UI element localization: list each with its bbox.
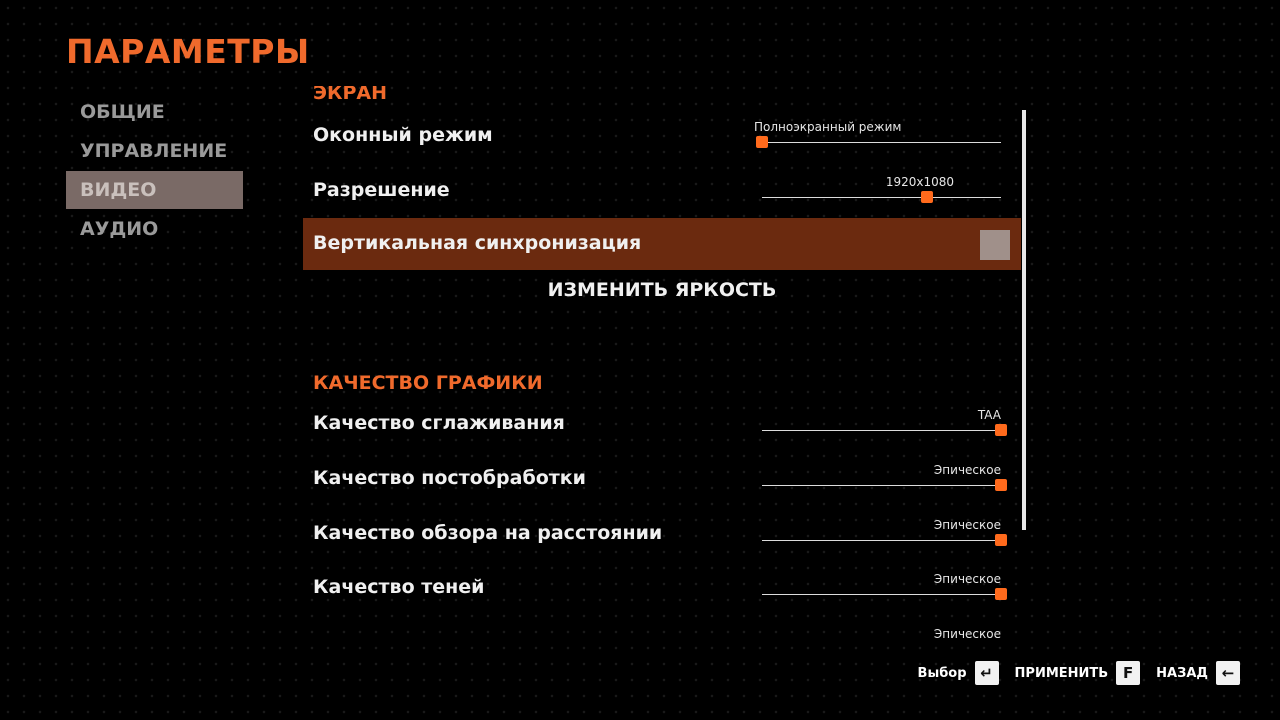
slider-track [762,594,1001,595]
settings-panel: ЭКРАН Оконный режим Полноэкранный режим … [303,86,1021,638]
slider-thumb[interactable] [995,588,1007,600]
settings-nav: ОБЩИЕ УПРАВЛЕНИЕ ВИДЕО АУДИО [66,93,243,249]
slider-value: Эпическое [933,518,1001,532]
f-key-icon: F [1116,661,1141,685]
nav-item-audio[interactable]: АУДИО [66,210,243,248]
setting-row-next[interactable]: Эпическое [303,617,1021,638]
slider-value: 1920x1080 [885,175,954,189]
setting-row-shadows[interactable]: Качество теней Эпическое [303,562,1021,614]
backspace-key-icon: ← [1216,661,1240,685]
hint-back-label: НАЗАД [1156,665,1208,681]
slider-thumb[interactable] [995,479,1007,491]
setting-row-resolution[interactable]: Разрешение 1920x1080 [303,165,1021,217]
slider-value: Эпическое [933,572,1001,586]
enter-key-icon: ↵ [974,661,999,685]
setting-row-vsync[interactable]: Вертикальная синхронизация [303,218,1021,270]
slider-value: TAA [977,408,1001,422]
setting-row-antialiasing[interactable]: Качество сглаживания TAA [303,398,1021,450]
postprocess-slider[interactable]: Эпическое [762,463,1007,499]
slider-value: Эпическое [933,627,1001,638]
slider-track [762,197,1001,198]
hint-select-label: Выбор [917,665,967,681]
nav-item-general[interactable]: ОБЩИЕ [66,93,243,131]
vsync-checkbox[interactable] [980,230,1010,260]
slider-thumb[interactable] [920,191,933,203]
setting-label: Качество обзора на расстоянии [313,522,663,544]
hint-select[interactable]: Выбор ↵ [918,661,999,685]
next-slider[interactable]: Эпическое [762,627,1001,638]
slider-track [762,485,1001,486]
shadows-slider[interactable]: Эпическое [762,572,1007,608]
setting-label: Оконный режим [313,124,493,146]
setting-label: Качество постобработки [313,467,586,489]
slider-track [762,142,1001,143]
slider-thumb[interactable] [756,136,768,148]
slider-thumb[interactable] [995,534,1007,546]
setting-label: Разрешение [313,179,450,201]
nav-item-controls[interactable]: УПРАВЛЕНИЕ [66,132,243,170]
setting-row-window-mode[interactable]: Оконный режим Полноэкранный режим [303,110,1021,162]
nav-item-video[interactable]: ВИДЕО [66,171,243,209]
window-mode-slider[interactable]: Полноэкранный режим [754,120,1001,156]
slider-track [762,430,1001,431]
view-distance-slider[interactable]: Эпическое [762,518,1007,554]
setting-row-view-distance[interactable]: Качество обзора на расстоянии Эпическое [303,508,1021,560]
section-heading-graphics: КАЧЕСТВО ГРАФИКИ [313,372,543,394]
hint-apply[interactable]: ПРИМЕНИТЬ F [1015,661,1141,685]
change-brightness-button[interactable]: ИЗМЕНИТЬ ЯРКОСТЬ [303,279,1021,301]
scrollbar[interactable] [1022,110,1026,530]
slider-thumb[interactable] [995,424,1007,436]
hint-apply-label: ПРИМЕНИТЬ [1014,665,1109,681]
setting-row-postprocess[interactable]: Качество постобработки Эпическое [303,453,1021,505]
section-heading-screen: ЭКРАН [313,86,388,104]
antialiasing-slider[interactable]: TAA [762,408,1007,444]
setting-label: Качество теней [313,576,485,598]
footer-hints: Выбор ↵ ПРИМЕНИТЬ F НАЗАД ← [902,660,1240,686]
hint-back[interactable]: НАЗАД ← [1156,661,1240,685]
setting-label: Вертикальная синхронизация [313,232,642,254]
resolution-slider[interactable]: 1920x1080 [762,175,1001,211]
slider-value: Полноэкранный режим [754,120,902,134]
slider-value: Эпическое [933,463,1001,477]
page-title: ПАРАМЕТРЫ [66,32,310,71]
setting-label: Качество сглаживания [313,412,565,434]
slider-track [762,540,1001,541]
